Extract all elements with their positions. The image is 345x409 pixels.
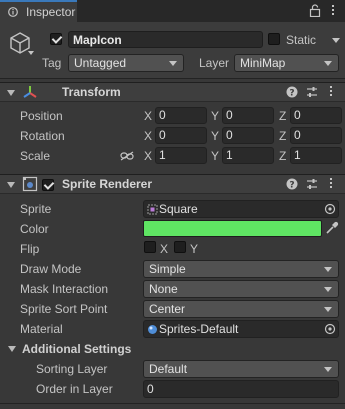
order-in-layer-field[interactable]: 0 — [143, 380, 339, 398]
position-label: Position — [20, 109, 63, 123]
sorting-layer-label: Sorting Layer — [36, 362, 108, 376]
sprite-label: Sprite — [20, 202, 52, 216]
rotation-label: Rotation — [20, 129, 65, 143]
sprite-renderer-enabled-checkbox[interactable] — [42, 179, 54, 191]
help-icon[interactable]: ? — [286, 178, 298, 190]
additional-settings-label[interactable]: Additional Settings — [22, 342, 131, 356]
chevron-down-icon — [324, 61, 332, 66]
sorting-layer-value: Default — [149, 362, 188, 376]
sorting-layer-dropdown[interactable]: Default — [143, 360, 339, 378]
sprite-renderer-icon — [22, 176, 38, 192]
rotation-z-axis[interactable]: Z — [279, 129, 286, 143]
flip-x-label: X — [160, 242, 169, 256]
link-icon[interactable] — [120, 151, 134, 161]
rotation-x-axis[interactable]: X — [144, 129, 152, 143]
draw-mode-label: Draw Mode — [20, 262, 82, 276]
kebab-menu-icon[interactable] — [328, 4, 338, 18]
draw-mode-value: Simple — [149, 262, 186, 276]
material-asset-icon — [148, 325, 157, 334]
material-object-field[interactable]: Sprites-Default — [143, 320, 339, 338]
chevron-down-icon — [169, 61, 177, 66]
rotation-y-axis[interactable]: Y — [211, 129, 219, 143]
svg-text:?: ? — [289, 181, 294, 191]
icon-dropdown-arrow[interactable] — [28, 51, 34, 55]
eyedropper-icon[interactable] — [325, 221, 339, 235]
sprite-renderer-header[interactable]: Sprite Renderer ? — [0, 174, 345, 194]
sprite-sort-point-label: Sprite Sort Point — [20, 302, 108, 316]
object-picker-icon[interactable] — [324, 203, 336, 215]
kebab-menu-icon[interactable] — [326, 178, 336, 190]
tag-value: Untagged — [74, 56, 127, 70]
help-icon[interactable]: ? — [286, 86, 298, 98]
chevron-down-icon — [324, 267, 332, 272]
static-dropdown-arrow[interactable] — [332, 38, 340, 43]
active-checkbox[interactable] — [50, 33, 62, 45]
order-in-layer-label: Order in Layer — [36, 382, 113, 396]
svg-text:?: ? — [289, 89, 294, 99]
tab-inspector[interactable]: Inspector — [0, 0, 77, 22]
scale-y-axis[interactable]: Y — [211, 149, 219, 163]
rotation-z-field[interactable]: 0 — [290, 127, 342, 144]
flip-x-checkbox[interactable] — [144, 241, 156, 253]
color-label: Color — [20, 222, 49, 236]
scale-z-axis[interactable]: Z — [279, 149, 286, 163]
mask-interaction-label: Mask Interaction — [20, 282, 109, 296]
scale-x-field[interactable]: 1 — [155, 147, 207, 164]
scale-x-axis[interactable]: X — [144, 149, 152, 163]
sprite-sort-point-dropdown[interactable]: Center — [143, 300, 339, 318]
foldout-arrow-icon[interactable] — [7, 90, 15, 96]
flip-label: Flip — [20, 242, 40, 256]
position-y-field[interactable]: 0 — [222, 107, 274, 124]
tab-label: Inspector — [26, 5, 76, 19]
flip-y-checkbox[interactable] — [174, 241, 186, 253]
presets-icon[interactable] — [306, 178, 318, 190]
gameobject-name-field[interactable]: MapIcon — [68, 31, 263, 48]
rotation-y-field[interactable]: 0 — [222, 127, 274, 144]
chevron-down-icon — [324, 367, 332, 372]
scale-z-field[interactable]: 1 — [290, 147, 342, 164]
presets-icon[interactable] — [306, 86, 318, 98]
material-value: Sprites-Default — [159, 322, 239, 336]
sprite-renderer-title: Sprite Renderer — [62, 177, 153, 191]
layer-dropdown[interactable]: MiniMap — [234, 54, 339, 72]
chevron-down-icon — [324, 307, 332, 312]
position-z-axis[interactable]: Z — [279, 109, 286, 123]
bottom-divider — [0, 403, 345, 404]
position-x-field[interactable]: 0 — [155, 107, 207, 124]
material-label: Material — [20, 322, 63, 336]
mask-interaction-dropdown[interactable]: None — [143, 280, 339, 298]
tag-label: Tag — [42, 56, 62, 70]
flip-y-label: Y — [190, 242, 199, 256]
sprite-object-field[interactable]: Square — [143, 200, 339, 218]
kebab-menu-icon[interactable] — [326, 86, 336, 98]
tag-dropdown[interactable]: Untagged — [68, 54, 184, 72]
static-label: Static — [286, 33, 317, 47]
object-picker-icon[interactable] — [324, 323, 336, 335]
foldout-arrow-icon[interactable] — [7, 182, 15, 188]
sprite-asset-icon — [147, 204, 158, 215]
transform-header[interactable]: Transform ? — [0, 82, 345, 102]
info-icon — [8, 7, 18, 17]
layer-label: Layer — [199, 56, 230, 70]
mask-interaction-value: None — [149, 282, 178, 296]
static-checkbox[interactable] — [268, 33, 280, 45]
position-y-axis[interactable]: Y — [211, 109, 219, 123]
chevron-down-icon — [324, 287, 332, 292]
sprite-sort-point-value: Center — [149, 302, 186, 316]
color-swatch[interactable] — [143, 220, 322, 237]
draw-mode-dropdown[interactable]: Simple — [143, 260, 339, 278]
position-z-field[interactable]: 0 — [290, 107, 342, 124]
scale-label: Scale — [20, 149, 51, 163]
additional-settings-foldout-icon[interactable] — [8, 346, 16, 352]
transform-title: Transform — [62, 85, 121, 99]
scale-y-field[interactable]: 1 — [222, 147, 274, 164]
sprite-value: Square — [159, 202, 198, 216]
position-x-axis[interactable]: X — [144, 109, 152, 123]
rotation-x-field[interactable]: 0 — [155, 127, 207, 144]
layer-value: MiniMap — [240, 56, 286, 70]
lock-icon[interactable] — [309, 4, 321, 17]
transform-axes-icon — [23, 86, 37, 98]
